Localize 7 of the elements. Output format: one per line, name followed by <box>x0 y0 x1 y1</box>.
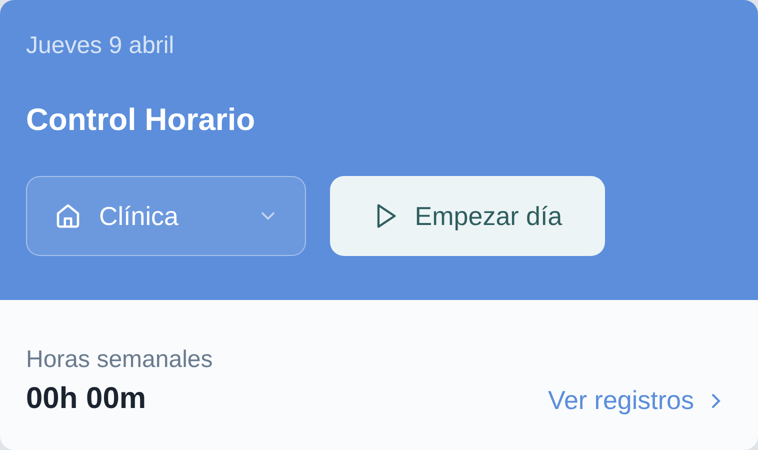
start-day-button[interactable]: Empezar día <box>330 176 605 256</box>
weekly-hours-label: Horas semanales <box>26 346 213 374</box>
weekly-hours-value: 00h 00m <box>26 382 148 416</box>
date-label: Jueves 9 abril <box>26 32 176 60</box>
location-select[interactable]: Clínica <box>26 176 306 256</box>
view-records-link[interactable]: Ver registros <box>548 385 724 416</box>
card-title: Control Horario <box>26 102 256 138</box>
